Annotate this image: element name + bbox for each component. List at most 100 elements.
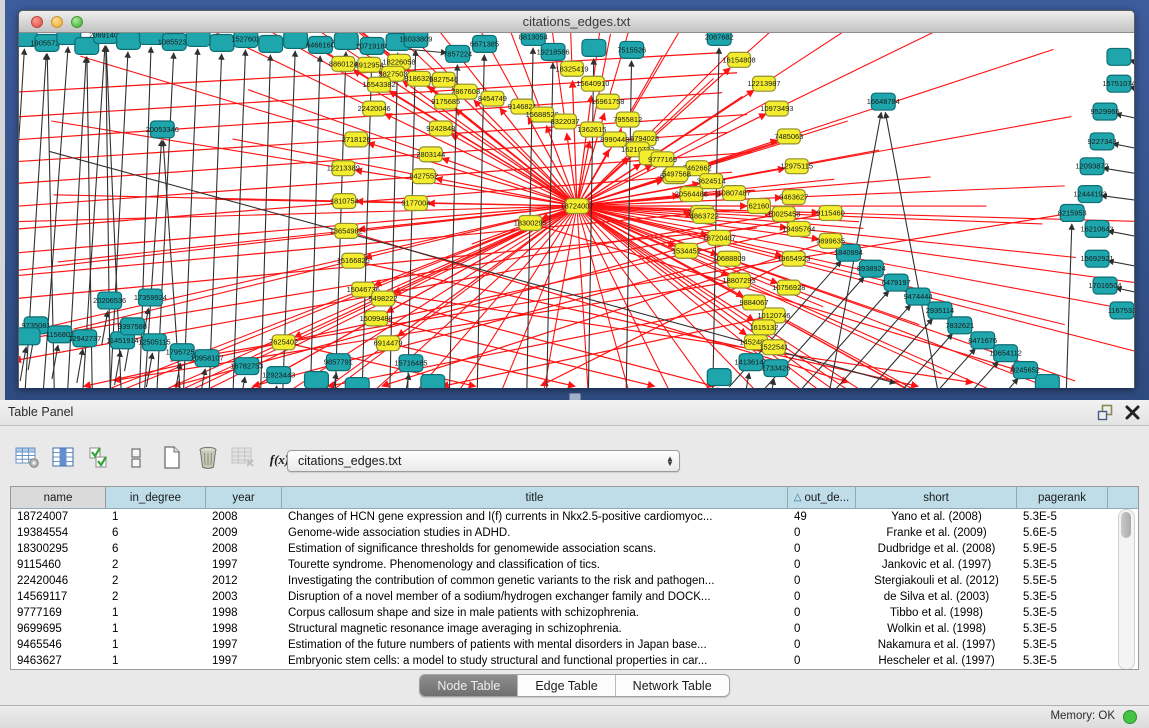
column-header-out_de[interactable]: △out_de...	[788, 487, 856, 508]
network-edge-red	[739, 33, 942, 60]
column-header-pagerank[interactable]: pagerank	[1017, 487, 1108, 508]
table-row[interactable]: 946554611997Estimation of the future num…	[11, 637, 1138, 653]
network-node[interactable]	[305, 372, 329, 388]
table-cell: 1	[106, 639, 206, 651]
network-node[interactable]	[1107, 48, 1131, 65]
network-node[interactable]	[186, 33, 210, 46]
network-edge-black[interactable]	[1065, 224, 1072, 388]
network-edge-black[interactable]	[20, 347, 26, 381]
table-cell: Hescheler et al. (1997)	[856, 655, 1017, 667]
network-node-label: 8322037	[551, 117, 580, 126]
table-cell: 5.3E-5	[1017, 511, 1108, 523]
network-node[interactable]	[345, 378, 369, 388]
column-header-in_degree[interactable]: in_degree	[106, 487, 206, 508]
table-cell: Nakamura et al. (1997)	[856, 639, 1017, 651]
network-node-label: 10958107	[191, 354, 224, 363]
network-node-label: 16033809	[399, 34, 432, 43]
network-node-label: 15640910	[576, 79, 609, 88]
table-selector-dropdown[interactable]: citations_edges.txt ▲▼	[287, 450, 680, 472]
network-edge-black[interactable]	[334, 52, 346, 388]
network-node-label: 3624514	[697, 177, 726, 186]
table-cell: Wolkin et al. (1998)	[856, 623, 1017, 635]
network-node-label: 15692921	[1081, 254, 1114, 263]
network-edge-red[interactable]	[363, 290, 973, 383]
network-edge-black[interactable]	[239, 377, 245, 388]
table-row[interactable]: 1872400712008Changes of HCN gene express…	[11, 509, 1138, 525]
network-edge-black[interactable]	[906, 378, 1018, 388]
network-canvas[interactable]: 1905572420691406108552371527602646616010…	[19, 33, 1134, 388]
network-edge-black[interactable]	[449, 65, 458, 388]
network-edge-red[interactable]	[19, 228, 757, 299]
network-node-label: 6671385	[470, 39, 499, 48]
network-node-label: 18325419	[555, 64, 588, 73]
show-columns-button[interactable]	[50, 447, 77, 474]
column-header-short[interactable]: short	[856, 487, 1017, 508]
network-node-label: 10654112	[989, 349, 1022, 358]
network-edge-red[interactable]	[428, 203, 577, 206]
table-settings-button[interactable]	[14, 447, 41, 474]
network-node-label: 7515526	[617, 45, 646, 54]
network-node-label: 12093872	[1076, 162, 1109, 171]
network-node-label: 8454749	[478, 94, 507, 103]
table-scrollbar[interactable]	[1118, 509, 1135, 670]
tab-node-table[interactable]: Node Table	[420, 675, 518, 696]
network-node-label: 13654982	[330, 226, 363, 235]
table-row[interactable]: 1456911722003Disruption of a novel membe…	[11, 589, 1138, 605]
table-row[interactable]: 946362711997Embryonic stem cells: a mode…	[11, 653, 1138, 669]
network-edge-black[interactable]	[77, 349, 83, 383]
network-edge-black[interactable]	[182, 49, 197, 388]
table-row[interactable]: 1830029562008Estimation of significance …	[11, 541, 1138, 557]
network-node-label: 16782753	[230, 362, 263, 371]
close-panel-icon[interactable]	[1124, 404, 1141, 421]
network-edge-red[interactable]	[376, 318, 655, 386]
network-node-label: 15716485	[394, 359, 427, 368]
network-node[interactable]	[582, 39, 606, 56]
network-node-label: 1362615	[577, 125, 606, 134]
float-panel-icon[interactable]	[1097, 404, 1114, 421]
table-row[interactable]: 969969511998Structural magnetic resonanc…	[11, 621, 1138, 637]
network-node[interactable]	[259, 35, 283, 52]
node-table: namein_degreeyeartitle△out_de...shortpag…	[10, 486, 1139, 670]
network-node[interactable]	[284, 33, 308, 48]
network-edge-black[interactable]	[208, 54, 222, 388]
network-node[interactable]	[1035, 375, 1059, 388]
network-node-label: 15751074	[1102, 79, 1134, 88]
network-edge-black[interactable]	[232, 50, 246, 388]
network-node[interactable]	[19, 328, 40, 345]
table-row[interactable]: 977716911998Corpus callosum shape and si…	[11, 605, 1138, 621]
table-cell: 9115460	[11, 559, 106, 571]
network-node-label: 16648784	[867, 97, 900, 106]
network-node-label: 19654923	[777, 254, 810, 263]
network-node-label: 1733426	[761, 364, 790, 373]
network-canvas-svg: 1905572420691406108552371527602646616010…	[19, 33, 1134, 388]
table-scrollbar-thumb[interactable]	[1121, 512, 1131, 538]
table-cell: Tibbo et al. (1998)	[856, 607, 1017, 619]
column-header-title[interactable]: title	[282, 487, 788, 508]
network-edge-red[interactable]	[355, 170, 577, 206]
tab-network-table[interactable]: Network Table	[616, 675, 729, 696]
memory-status-indicator	[1123, 710, 1137, 724]
column-header-year[interactable]: year	[206, 487, 282, 508]
table-row[interactable]: 1938455462009Genome-wide association stu…	[11, 525, 1138, 541]
table-row[interactable]: 911546021997Tourette syndrome. Phenomeno…	[11, 557, 1138, 573]
network-node[interactable]	[421, 375, 445, 388]
window-title: citations_edges.txt	[19, 14, 1134, 29]
row-height-button[interactable]	[122, 447, 149, 474]
network-edge-black[interactable]	[271, 386, 277, 388]
network-window-titlebar[interactable]: citations_edges.txt	[19, 11, 1134, 33]
tab-edge-table[interactable]: Edge Table	[518, 675, 615, 696]
network-edge-black[interactable]	[52, 345, 58, 379]
network-edge-red[interactable]	[577, 96, 591, 206]
delete-table-button[interactable]	[194, 447, 221, 474]
network-node-label: 8813054	[519, 33, 548, 41]
network-node[interactable]	[707, 369, 731, 386]
network-node-label: 10025458	[767, 209, 800, 218]
select-all-button[interactable]	[86, 447, 113, 474]
new-table-button[interactable]	[158, 447, 185, 474]
network-node-label: 17359924	[134, 293, 167, 302]
network-node[interactable]	[117, 33, 141, 49]
column-header-name[interactable]: name	[11, 487, 106, 508]
table-row[interactable]: 2242004622012Investigating the contribut…	[11, 573, 1138, 589]
table-cell: 0	[788, 591, 856, 603]
network-node[interactable]	[210, 34, 234, 51]
